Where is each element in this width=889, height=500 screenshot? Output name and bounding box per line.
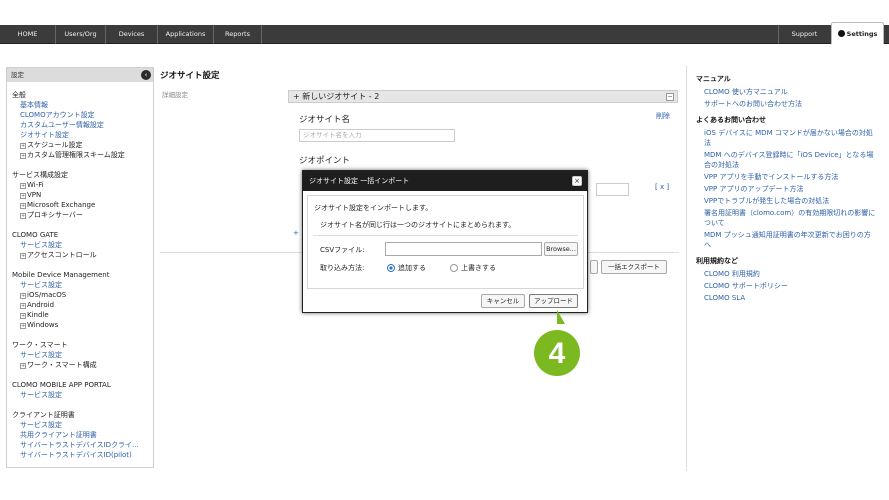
radio-overwrite-label: 上書きする [461, 264, 496, 272]
csv-file-input[interactable] [385, 242, 542, 256]
radio-add[interactable] [387, 264, 395, 272]
screen: HOME Users/Org Devices Applications Repo… [0, 0, 889, 500]
dialog-line-1: ジオサイト設定をインポートします。 [314, 204, 433, 212]
import-dialog: ジオサイト設定 一括インポート × ジオサイト設定をインポートします。 ジオサイ… [302, 170, 588, 313]
dialog-body: ジオサイト設定をインポートします。 ジオサイト名が同じ行は一つのジオサイトにまと… [307, 195, 584, 289]
step-callout: 4 [534, 310, 580, 376]
callout-pointer [557, 310, 565, 324]
csv-file-label: CSVファイル: [320, 246, 365, 254]
callout-number: 4 [549, 337, 566, 370]
cancel-button[interactable]: キャンセル [481, 294, 525, 308]
radio-add-label: 追加する [398, 264, 426, 272]
dialog-line-2: ジオサイト名が同じ行は一つのジオサイトにまとめられます。 [320, 221, 516, 229]
radio-overwrite[interactable] [450, 264, 458, 272]
browse-button[interactable]: Browse... [544, 242, 578, 256]
upload-button[interactable]: アップロード [529, 294, 578, 308]
dialog-divider [313, 235, 578, 236]
dialog-title: ジオサイト設定 一括インポート [309, 177, 410, 185]
import-mode-label: 取り込み方法: [320, 264, 365, 272]
close-icon[interactable]: × [572, 176, 582, 186]
dialog-title-bar: ジオサイト設定 一括インポート × [303, 171, 587, 191]
